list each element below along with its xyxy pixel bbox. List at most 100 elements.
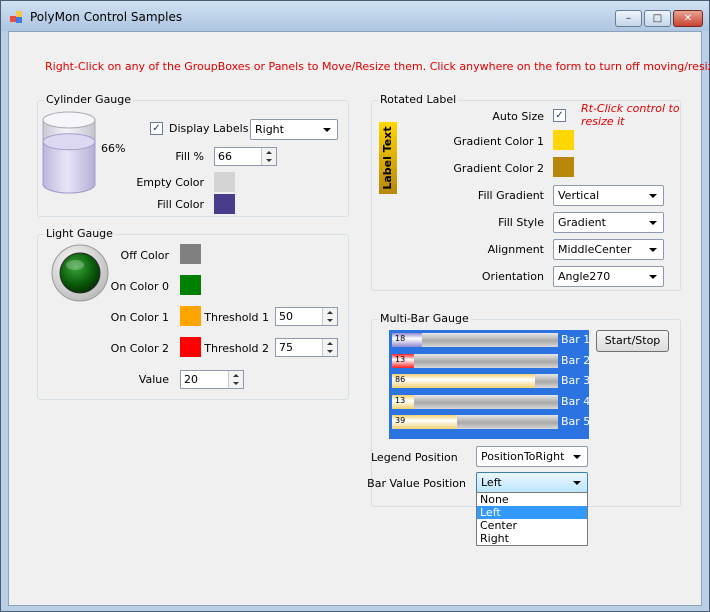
chevron-down-icon xyxy=(649,194,657,198)
multi-bar-gauge-title: Multi-Bar Gauge xyxy=(378,312,471,325)
bar-value-label: 13 xyxy=(395,354,406,364)
fill-style-combo[interactable]: Gradient xyxy=(553,212,664,233)
app-window: PolyMon Control Samples – □ ✕ Right-Clic… xyxy=(0,0,710,612)
minimize-button[interactable]: – xyxy=(615,10,642,27)
window-title: PolyMon Control Samples xyxy=(30,10,183,24)
rotated-label-control[interactable]: Label Text xyxy=(379,122,397,194)
value-value: 20 xyxy=(184,373,198,386)
cylinder-gauge[interactable] xyxy=(41,110,97,196)
light-gauge-title: Light Gauge xyxy=(44,227,115,240)
minimize-icon: – xyxy=(626,13,631,24)
chevron-down-icon xyxy=(649,221,657,225)
bar-track: 13 xyxy=(392,394,558,409)
title-bar[interactable]: PolyMon Control Samples – □ ✕ xyxy=(1,1,709,31)
threshold2-stepper[interactable]: 75 xyxy=(275,338,338,357)
threshold1-stepper[interactable]: 50 xyxy=(275,307,338,326)
bar-legend-label: Bar 1 xyxy=(561,333,591,346)
on-color2-swatch[interactable] xyxy=(180,337,201,357)
start-stop-button[interactable]: Start/Stop xyxy=(596,330,669,352)
value-label: Value xyxy=(138,373,169,386)
off-color-label: Off Color xyxy=(120,249,169,262)
fill-percent-stepper[interactable]: 66 xyxy=(214,147,277,166)
chevron-down-icon xyxy=(573,481,581,485)
cylinder-gauge-title: Cylinder Gauge xyxy=(44,93,134,106)
display-labels-checkbox[interactable]: ✓ xyxy=(150,122,163,135)
bar-value-position-label: Bar Value Position xyxy=(367,477,466,490)
alignment-value: MiddleCenter xyxy=(558,243,632,256)
bar-track: 18 xyxy=(392,333,558,347)
maximize-icon: □ xyxy=(652,13,663,24)
auto-size-checkbox[interactable]: ✓ xyxy=(553,109,566,122)
dropdown-option[interactable]: Right xyxy=(477,532,587,545)
chevron-down-icon xyxy=(649,248,657,252)
bar-value-label: 86 xyxy=(395,375,406,384)
bar-track: 13 xyxy=(392,353,558,368)
bar-legend-label: Bar 5 xyxy=(561,415,591,428)
alignment-combo[interactable]: MiddleCenter xyxy=(553,239,664,260)
threshold2-label: Threshold 2 xyxy=(204,342,269,355)
hint-text: Right-Click on any of the GroupBoxes or … xyxy=(45,60,710,73)
fill-percent-value: 66 xyxy=(218,150,232,163)
off-color-swatch[interactable] xyxy=(180,244,201,264)
bar-value-label: 18 xyxy=(395,334,406,343)
gradient2-label: Gradient Color 2 xyxy=(453,162,544,175)
display-labels-label: Display Labels xyxy=(169,122,249,135)
chevron-down-icon xyxy=(323,128,331,132)
dropdown-option[interactable]: Left xyxy=(477,506,587,519)
fill-style-value: Gradient xyxy=(558,216,606,229)
fill-percent-label: Fill % xyxy=(175,150,204,163)
alignment-label: Alignment xyxy=(487,243,544,256)
form-client-area[interactable]: Right-Click on any of the GroupBoxes or … xyxy=(8,31,710,606)
on-color0-label: On Color 0 xyxy=(110,280,169,293)
rotated-label-text: Label Text xyxy=(381,126,394,190)
close-button[interactable]: ✕ xyxy=(673,10,703,27)
orientation-label: Orientation xyxy=(481,270,544,283)
chevron-down-icon xyxy=(573,455,581,459)
rotated-note-line2: resize it xyxy=(581,115,625,128)
gradient1-swatch[interactable] xyxy=(553,130,574,150)
threshold1-value: 50 xyxy=(279,310,293,323)
fill-color-label: Fill Color xyxy=(157,198,204,211)
orientation-value: Angle270 xyxy=(558,270,611,283)
dropdown-option[interactable]: Center xyxy=(477,519,587,532)
dropdown-option[interactable]: None xyxy=(477,493,587,506)
on-color1-label: On Color 1 xyxy=(110,311,169,324)
rotated-label-title: Rotated Label xyxy=(378,93,459,106)
app-icon xyxy=(10,11,24,23)
label-position-value: Right xyxy=(255,123,284,136)
label-position-combo[interactable]: Right xyxy=(250,119,338,140)
bar-track: 86 xyxy=(392,374,558,388)
threshold1-spin-buttons[interactable] xyxy=(322,308,337,325)
fill-gradient-combo[interactable]: Vertical xyxy=(553,185,664,206)
empty-color-swatch[interactable] xyxy=(214,172,235,192)
chevron-down-icon xyxy=(649,275,657,279)
orientation-combo[interactable]: Angle270 xyxy=(553,266,664,287)
close-icon: ✕ xyxy=(683,13,693,24)
fill-percent-spin-buttons[interactable] xyxy=(261,148,276,165)
bar-legend-label: Bar 3 xyxy=(561,374,591,387)
threshold2-spin-buttons[interactable] xyxy=(322,339,337,356)
fill-gradient-value: Vertical xyxy=(558,189,600,202)
fill-gradient-label: Fill Gradient xyxy=(477,189,544,202)
value-stepper[interactable]: 20 xyxy=(180,370,244,389)
bar-legend-label: Bar 4 xyxy=(561,394,591,408)
bar-value-position-dropdown[interactable]: None Left Center Right xyxy=(476,492,588,546)
gradient2-swatch[interactable] xyxy=(553,157,574,177)
bar-value-position-combo[interactable]: Left xyxy=(476,472,588,493)
bar-track: 39 xyxy=(392,415,558,429)
bar-value-position-value: Left xyxy=(481,476,502,489)
rotated-note-line1: Rt-Click control to xyxy=(581,102,680,115)
bar-value-label: 39 xyxy=(395,416,406,425)
maximize-button[interactable]: □ xyxy=(644,10,671,27)
bar-legend-label: Bar 2 xyxy=(561,353,591,367)
on-color1-swatch[interactable] xyxy=(180,306,201,326)
cylinder-percent-label: 66% xyxy=(101,142,126,155)
value-spin-buttons[interactable] xyxy=(228,371,243,388)
fill-color-swatch[interactable] xyxy=(214,194,235,214)
legend-position-combo[interactable]: PositionToRight xyxy=(476,446,588,467)
multi-bar-gauge[interactable]: 18 Bar 1 13 Bar 2 86 Bar 3 13 Bar 4 39 Bar 5 xyxy=(389,330,591,439)
empty-color-label: Empty Color xyxy=(136,176,204,189)
on-color0-swatch[interactable] xyxy=(180,275,201,295)
legend-position-value: PositionToRight xyxy=(481,450,565,463)
fill-style-label: Fill Style xyxy=(498,216,544,229)
